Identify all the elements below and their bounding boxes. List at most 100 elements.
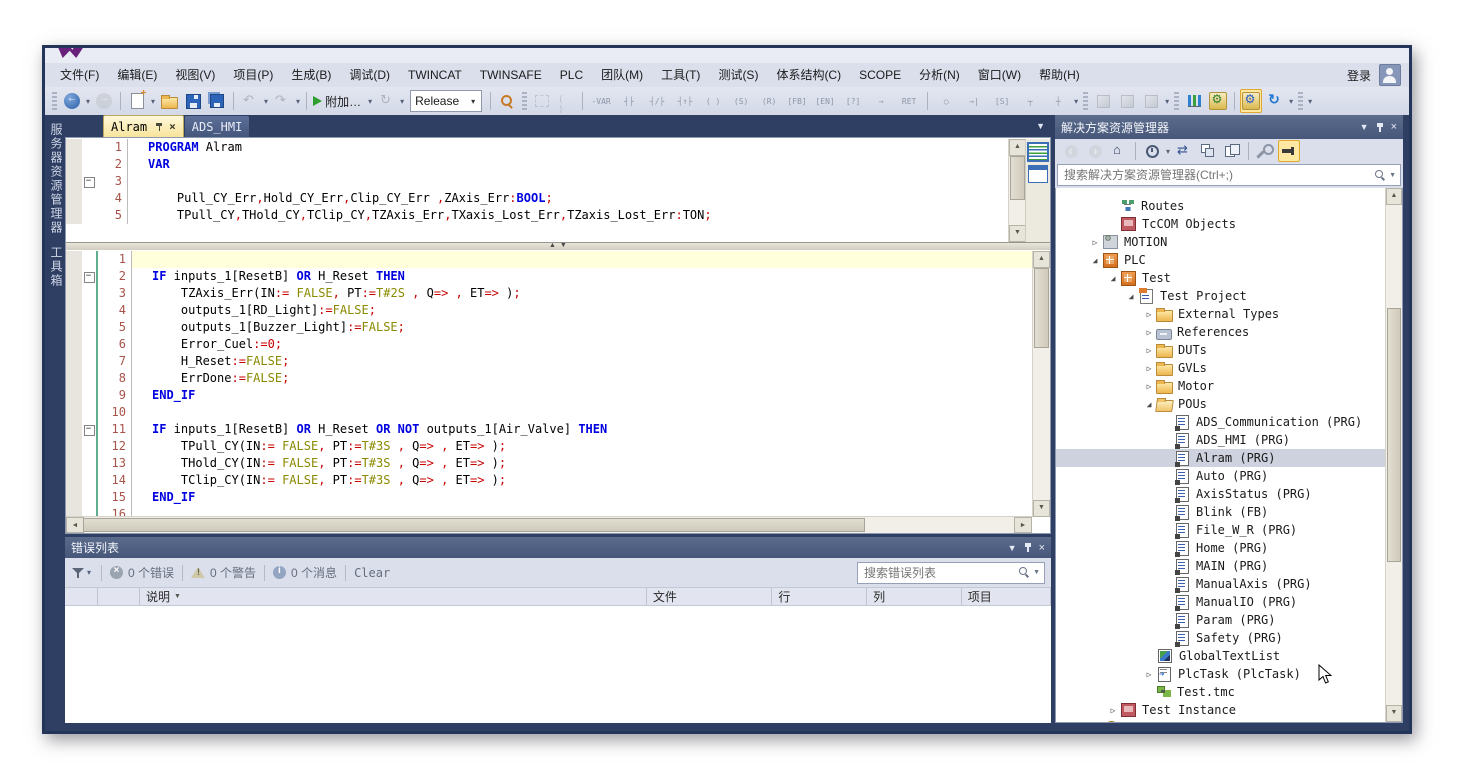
- pin-tab-icon[interactable]: [155, 122, 164, 132]
- toolbar-overflow-icon[interactable]: ▾: [1163, 97, 1171, 106]
- scroll-up-icon[interactable]: ▲: [1009, 139, 1026, 156]
- tree-item-motion[interactable]: ▷MOTION: [1056, 233, 1386, 251]
- solution-explorer-title-bar[interactable]: 解决方案资源管理器 ▼ ×: [1055, 115, 1403, 139]
- implementation-pane[interactable]: 12IF inputs_1[ResetB] OR H_Reset THEN3 T…: [66, 250, 1050, 533]
- breakpoint-margin[interactable]: [66, 421, 82, 438]
- quickwatch-button[interactable]: [555, 89, 577, 113]
- document-tab-ADS_HMI[interactable]: ADS_HMI: [185, 116, 250, 137]
- tree-expanded-icon[interactable]: ◢: [1124, 292, 1138, 301]
- code-line[interactable]: 12 TPull_CY(IN:= FALSE, PT:=T#3S , Q=> ,…: [66, 438, 1032, 455]
- close-icon[interactable]: ×: [1391, 121, 1397, 133]
- tree-expanded-icon[interactable]: ◢: [1142, 400, 1156, 409]
- fold-margin[interactable]: [82, 387, 96, 404]
- implementation-vertical-scrollbar[interactable]: ▲ ▼: [1032, 251, 1050, 517]
- breakpoint-margin[interactable]: [66, 156, 82, 173]
- scroll-down-icon[interactable]: ▼: [1386, 705, 1402, 722]
- code-line[interactable]: 5 TPull_CY,THold_CY,TClip_CY,TZAxis_Err,…: [66, 207, 1009, 224]
- solution-explorer-search-box[interactable]: ▼: [1057, 164, 1401, 186]
- scroll-down-icon[interactable]: ▼: [1009, 225, 1026, 242]
- fold-margin[interactable]: [82, 156, 96, 173]
- sfc-transition-button[interactable]: →|: [961, 89, 987, 113]
- code-line[interactable]: 1: [66, 251, 1032, 268]
- tree-item-gvls[interactable]: ▷GVLs: [1056, 359, 1386, 377]
- side-tab-server-explorer[interactable]: 服务器资源管理器: [48, 123, 65, 235]
- pin-icon[interactable]: [1376, 122, 1384, 133]
- breakpoint-margin[interactable]: [66, 268, 82, 285]
- fold-collapse-icon[interactable]: [82, 173, 96, 190]
- tree-collapsed-icon[interactable]: ▷: [1142, 382, 1156, 391]
- active-files-dropdown-icon[interactable]: ▼: [1036, 121, 1045, 131]
- scroll-up-icon[interactable]: ▲: [1033, 251, 1050, 268]
- scrollbar-thumb[interactable]: [1387, 308, 1401, 562]
- toolbar-grip[interactable]: [1298, 92, 1303, 110]
- error-column-header[interactable]: 文件: [647, 588, 773, 605]
- tree-collapsed-icon[interactable]: ▷: [1142, 346, 1156, 355]
- solution-explorer-search-input[interactable]: [1062, 167, 1374, 183]
- breakpoint-margin[interactable]: [66, 472, 82, 489]
- code-line[interactable]: 11IF inputs_1[ResetB] OR H_Reset OR NOT …: [66, 421, 1032, 438]
- menu-item[interactable]: 编辑(E): [108, 63, 166, 87]
- ladder-return-button[interactable]: RET: [896, 89, 922, 113]
- scrollbar-thumb[interactable]: [1034, 268, 1049, 348]
- frame-window-button[interactable]: [531, 89, 553, 113]
- undo-button[interactable]: [239, 89, 261, 113]
- menu-item[interactable]: 帮助(H): [1030, 63, 1089, 87]
- sfc-action-button[interactable]: [S]: [989, 89, 1015, 113]
- error-column-header[interactable]: 说明▼: [140, 588, 647, 605]
- fold-margin[interactable]: [82, 489, 96, 506]
- open-file-button[interactable]: [158, 89, 180, 113]
- ladder-coil-set-button[interactable]: (S): [728, 89, 754, 113]
- fold-margin[interactable]: [82, 472, 96, 489]
- code-line[interactable]: 4 outputs_1[RD_Light]:=FALSE;: [66, 302, 1032, 319]
- code-line[interactable]: 7 H_Reset:=FALSE;: [66, 353, 1032, 370]
- ladder-operator-block-button[interactable]: [?]: [840, 89, 866, 113]
- scrollbar-thumb[interactable]: [83, 518, 865, 532]
- search-caret-icon[interactable]: ▼: [1389, 172, 1396, 179]
- breakpoint-margin[interactable]: [66, 404, 82, 421]
- breakpoint-margin[interactable]: [66, 302, 82, 319]
- ladder-new-var-button[interactable]: -VAR: [588, 89, 614, 113]
- error-column-header[interactable]: 列: [867, 588, 962, 605]
- title-bar[interactable]: [45, 48, 1409, 63]
- fold-margin[interactable]: [82, 251, 96, 268]
- device-cube-button-3[interactable]: [1140, 89, 1162, 113]
- dropdown-caret-icon[interactable]: ▾: [84, 97, 92, 106]
- ladder-function-block-button[interactable]: [FB]: [784, 89, 810, 113]
- tree-item-tccom-objects[interactable]: TcCOM Objects: [1056, 215, 1386, 233]
- menu-item[interactable]: 工具(T): [652, 63, 709, 87]
- se-properties-pages-button[interactable]: [1221, 140, 1243, 162]
- filter-caret-icon[interactable]: ▾: [85, 568, 93, 577]
- breakpoint-margin[interactable]: [66, 438, 82, 455]
- reload-devices-button[interactable]: [1264, 89, 1286, 113]
- fold-margin[interactable]: [82, 285, 96, 302]
- tree-item-alram-prg[interactable]: Alram (PRG): [1056, 449, 1386, 467]
- breakpoint-margin[interactable]: [66, 207, 82, 224]
- search-icon[interactable]: [1374, 169, 1387, 182]
- code-line[interactable]: 15END_IF: [66, 489, 1032, 506]
- side-tab-toolbox[interactable]: 工具箱: [48, 246, 65, 288]
- code-line[interactable]: 5 outputs_1[Buzzer_Light]:=FALSE;: [66, 319, 1032, 336]
- window-position-caret-icon[interactable]: ▼: [1360, 122, 1369, 132]
- code-line[interactable]: 9END_IF: [66, 387, 1032, 404]
- tree-item-plctask-plctask[interactable]: ▷PlcTask (PlcTask): [1056, 665, 1386, 683]
- dropdown-caret-icon[interactable]: ▾: [1164, 147, 1172, 156]
- fold-margin[interactable]: [82, 336, 96, 353]
- toolbar-overflow-icon[interactable]: ▾: [1072, 97, 1080, 106]
- tree-item-plc[interactable]: ◢PLC: [1056, 251, 1386, 269]
- ladder-contact-button[interactable]: ┤├: [616, 89, 642, 113]
- attach-button[interactable]: 附加…: [312, 89, 365, 113]
- dropdown-caret-icon[interactable]: ▾: [398, 97, 406, 106]
- tree-collapsed-icon[interactable]: ▷: [1088, 238, 1102, 247]
- tree-item-routes[interactable]: Routes: [1056, 197, 1386, 215]
- tree-item-axisstatus-prg[interactable]: AxisStatus (PRG): [1056, 485, 1386, 503]
- menu-item[interactable]: SCOPE: [850, 63, 910, 87]
- ladder-coil-reset-button[interactable]: (R): [756, 89, 782, 113]
- fold-margin[interactable]: [82, 319, 96, 336]
- tree-item-ads-communication-prg[interactable]: ADS_Communication (PRG): [1056, 413, 1386, 431]
- se-preview-selected-toggle[interactable]: [1278, 140, 1300, 162]
- tree-expanded-icon[interactable]: ◢: [1088, 256, 1102, 265]
- tree-collapsed-icon[interactable]: ▷: [1142, 364, 1156, 373]
- table-view-button[interactable]: [1028, 165, 1048, 183]
- window-position-caret-icon[interactable]: ▼: [1008, 543, 1017, 553]
- breakpoint-margin[interactable]: [66, 285, 82, 302]
